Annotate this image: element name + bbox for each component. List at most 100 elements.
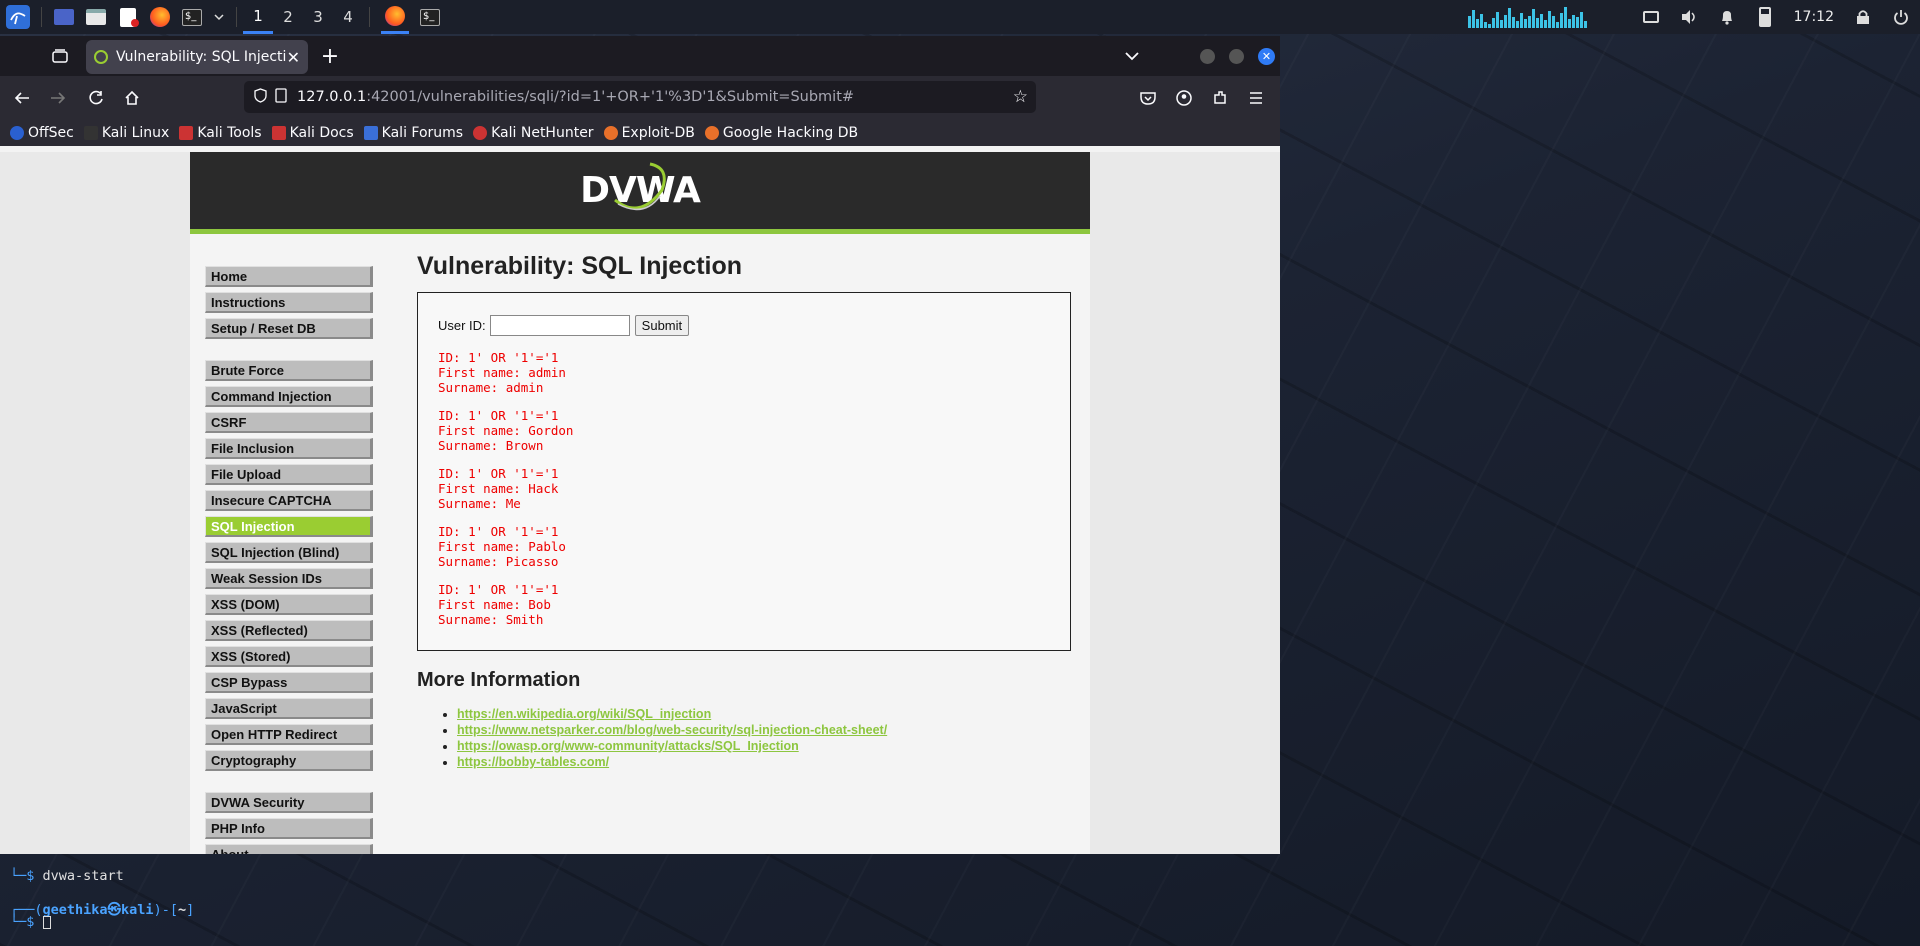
url-bar[interactable]: 127.0.0.1:42001/vulnerabilities/sqli/?id… <box>244 81 1036 113</box>
firefox-launcher-icon[interactable] <box>149 6 171 28</box>
result-entry: ID: 1' OR '1'='1 First name: Gordon Surnam… <box>438 408 1050 453</box>
firefox-view-icon[interactable] <box>48 44 72 68</box>
result-entry: ID: 1' OR '1'='1 First name: admin Surname… <box>438 350 1050 395</box>
display-icon[interactable] <box>1640 6 1662 28</box>
list-item: https://owasp.org/www-community/attacks/… <box>457 738 1072 754</box>
minimize-button[interactable] <box>1200 49 1215 64</box>
link-bobby-tables[interactable]: https://bobby-tables.com/ <box>457 755 609 769</box>
firefox-task-icon[interactable] <box>381 0 409 34</box>
menu-xss-stored[interactable]: XSS (Stored) <box>205 646 373 667</box>
result-entry: ID: 1' OR '1'='1 First name: Bob Surname: … <box>438 582 1050 627</box>
menu-setup-reset-db[interactable]: Setup / Reset DB <box>205 318 373 339</box>
close-window-button[interactable]: ✕ <box>1258 48 1275 65</box>
terminal-line-prompt: └─$ <box>10 914 51 930</box>
bookmark-kali-linux[interactable]: Kali Linux <box>83 125 169 141</box>
text-editor-icon[interactable] <box>117 6 139 28</box>
link-owasp-sqli[interactable]: https://owasp.org/www-community/attacks/… <box>457 739 799 753</box>
maximize-button[interactable] <box>1229 49 1244 64</box>
result-surname: Surname: admin <box>438 380 544 395</box>
user-id-form: User ID: Submit <box>438 315 1050 336</box>
home-button[interactable] <box>120 86 144 110</box>
result-id: ID: 1' OR '1'='1 <box>438 350 559 365</box>
show-desktop-icon[interactable] <box>53 6 75 28</box>
power-icon[interactable] <box>1890 6 1912 28</box>
menu-php-info[interactable]: PHP Info <box>205 818 373 839</box>
tab-sqli[interactable]: Vulnerability: SQL Injection ✕ <box>86 40 308 74</box>
dvwa-container: DVWA Home Instructions Setup / Reset DB … <box>190 152 1090 854</box>
account-icon[interactable] <box>1172 86 1196 110</box>
menu-insecure-captcha[interactable]: Insecure CAPTCHA <box>205 490 373 511</box>
result-surname: Surname: Brown <box>438 438 544 453</box>
menu-javascript[interactable]: JavaScript <box>205 698 373 719</box>
result-id: ID: 1' OR '1'='1 <box>438 466 559 481</box>
result-surname: Surname: Picasso <box>438 554 559 569</box>
menu-file-inclusion[interactable]: File Inclusion <box>205 438 373 459</box>
forward-button[interactable] <box>46 86 70 110</box>
notification-bell-icon[interactable] <box>1716 6 1738 28</box>
clock[interactable]: 17:12 <box>1794 9 1834 25</box>
menu-xss-dom[interactable]: XSS (DOM) <box>205 594 373 615</box>
menu-sql-injection[interactable]: SQL Injection <box>205 516 373 537</box>
link-netsparker-cheatsheet[interactable]: https://www.netsparker.com/blog/web-secu… <box>457 723 887 737</box>
file-manager-icon[interactable] <box>85 6 107 28</box>
terminal-task-icon[interactable]: $_ <box>419 6 441 28</box>
dvwa-header: DVWA <box>190 152 1090 234</box>
menu-instructions[interactable]: Instructions <box>205 292 373 313</box>
menu-brute-force[interactable]: Brute Force <box>205 360 373 381</box>
menu-command-injection[interactable]: Command Injection <box>205 386 373 407</box>
bookmark-star-icon[interactable]: ☆ <box>1013 87 1028 107</box>
result-id: ID: 1' OR '1'='1 <box>438 524 559 539</box>
menu-csrf[interactable]: CSRF <box>205 412 373 433</box>
menu-sql-injection-blind[interactable]: SQL Injection (Blind) <box>205 542 373 563</box>
menu-weak-session-ids[interactable]: Weak Session IDs <box>205 568 373 589</box>
menu-open-http-redirect[interactable]: Open HTTP Redirect <box>205 724 373 745</box>
result-entry: ID: 1' OR '1'='1 First name: Pablo Surname… <box>438 524 1050 569</box>
result-surname: Surname: Me <box>438 496 521 511</box>
link-wikipedia-sqli[interactable]: https://en.wikipedia.org/wiki/SQL_inject… <box>457 707 711 721</box>
user-id-input[interactable] <box>489 315 630 336</box>
battery-icon <box>1754 6 1776 28</box>
bookmark-kali-tools[interactable]: Kali Tools <box>179 125 262 141</box>
bookmark-kali-docs[interactable]: Kali Docs <box>271 125 354 141</box>
new-tab-button[interactable]: + <box>318 44 342 69</box>
bookmark-kali-forums[interactable]: Kali Forums <box>363 125 463 141</box>
bookmark-exploit-db[interactable]: Exploit-DB <box>603 125 695 141</box>
chevron-down-icon[interactable] <box>213 6 225 28</box>
terminal-launcher-icon[interactable]: $_ <box>181 6 203 28</box>
menu-file-upload[interactable]: File Upload <box>205 464 373 485</box>
menu-dvwa-security[interactable]: DVWA Security <box>205 792 373 813</box>
tab-bar: Vulnerability: SQL Injection ✕ + ✕ <box>0 36 1280 76</box>
bookmarks-bar: OffSec Kali Linux Kali Tools Kali Docs K… <box>0 120 1280 146</box>
dvwa-main: Vulnerability: SQL Injection User ID: Su… <box>417 252 1072 770</box>
bookmark-google-hacking-db[interactable]: Google Hacking DB <box>704 125 858 141</box>
offsec-icon <box>10 126 24 140</box>
terminal-output[interactable]: └─$ dvwa-start ┌──(geethika㉿kali)-[~] └─… <box>0 854 1920 946</box>
ghdb-icon <box>704 126 719 140</box>
page-info-icon[interactable] <box>275 87 287 107</box>
workspace-1[interactable]: 1 <box>243 0 273 34</box>
menu-cryptography[interactable]: Cryptography <box>205 750 373 771</box>
bookmark-kali-nethunter[interactable]: Kali NetHunter <box>473 125 594 141</box>
workspace-2[interactable]: 2 <box>273 0 303 34</box>
back-button[interactable] <box>10 86 34 110</box>
list-all-tabs-icon[interactable] <box>1120 44 1144 68</box>
menu-home[interactable]: Home <box>205 266 373 287</box>
workspace-3[interactable]: 3 <box>303 0 333 34</box>
result-first-name: First name: admin <box>438 365 566 380</box>
volume-icon[interactable] <box>1678 6 1700 28</box>
menu-csp-bypass[interactable]: CSP Bypass <box>205 672 373 693</box>
shield-icon[interactable] <box>254 87 267 107</box>
menu-xss-reflected[interactable]: XSS (Reflected) <box>205 620 373 641</box>
menu-about[interactable]: About <box>205 844 373 854</box>
app-menu-icon[interactable] <box>1244 86 1268 110</box>
result-surname: Surname: Smith <box>438 612 544 627</box>
reload-button[interactable] <box>84 86 108 110</box>
workspace-4[interactable]: 4 <box>333 0 363 34</box>
lock-icon[interactable] <box>1852 6 1874 28</box>
tab-close-icon[interactable]: ✕ <box>287 48 300 67</box>
submit-button[interactable]: Submit <box>634 315 690 336</box>
extensions-icon[interactable] <box>1208 86 1232 110</box>
pocket-icon[interactable] <box>1136 86 1160 110</box>
bookmark-offsec[interactable]: OffSec <box>10 125 74 141</box>
kali-menu-icon[interactable] <box>6 5 30 29</box>
